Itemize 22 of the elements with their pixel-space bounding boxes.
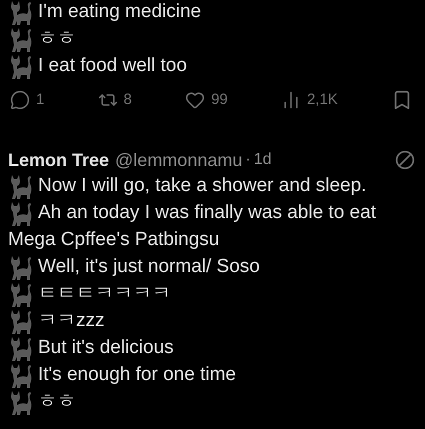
author-handle[interactable]: @lemmonnamu [115,146,242,174]
tweet-line: Now I will go, take a shower and sleep. [38,174,366,198]
repost-count: 8 [124,90,132,110]
post-time: 1d [254,150,272,170]
reply-icon[interactable] [10,90,30,110]
reply-count: 1 [36,90,44,110]
like-count: 99 [211,90,228,110]
separator: · [245,150,251,170]
tweet-line: I'm eating medicine [38,0,202,24]
tweet-line: Well, it's just normal/ Soso [38,255,260,280]
tweet-line: It's enough for one time [38,363,236,388]
tweet-line: ㅎㅎ [38,27,76,52]
like-icon[interactable] [185,90,206,110]
tweet-line: Mega Cpffee's Patbingsu [8,228,220,252]
author-name[interactable]: Lemon Tree [8,146,110,174]
tweet-line: ㅋㅋzzz [38,309,104,334]
tweet-line: ㅎㅎ [38,390,76,414]
tweet-line: But it's delicious [38,336,174,360]
tweet-line: Ah an today I was finally was able to eat [38,201,376,226]
tweet-line: I eat food well too [38,54,187,78]
views-count: 2,1K [306,90,338,110]
tweet-line: ㅌㅌㅌㅋㅋㅋㅋ [38,282,171,306]
